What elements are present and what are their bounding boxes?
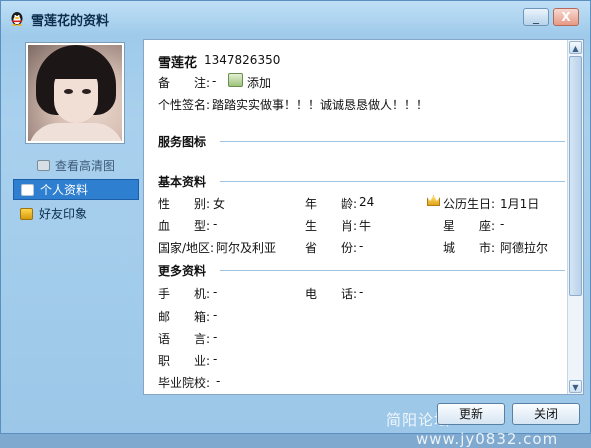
vertical-scrollbar[interactable]: ▲ ▼ <box>567 40 583 394</box>
signature-value: 踏踏实实做事！！！诚诚恳恳做人！！！ <box>212 98 429 112</box>
magnifier-icon <box>37 160 50 171</box>
avatar[interactable] <box>25 42 125 144</box>
mobile-label: 手 机: <box>158 287 211 301</box>
school-label: 毕业院校: <box>158 376 211 390</box>
profile-content-panel[interactable]: 雪莲花 1347826350 备 注: - 添加 个性签名: 踏踏实实做事！！！… <box>143 39 584 395</box>
qq-number: 1347826350 <box>204 53 281 67</box>
view-hd-image-link[interactable]: 查看高清图 <box>37 157 115 174</box>
scroll-up-arrow-icon[interactable]: ▲ <box>569 41 582 54</box>
mobile-value: - <box>213 285 218 299</box>
profile-window: 雪莲花的资料 _ X 查看高清图 个人资料 好友印象 雪莲花 134782635… <box>0 0 591 448</box>
avatar-photo <box>28 45 122 141</box>
province-label: 省 份: <box>305 241 358 255</box>
blood-type-label: 血 型: <box>158 219 211 233</box>
qq-penguin-icon <box>11 12 23 26</box>
age-value: 24 <box>359 195 375 209</box>
crown-icon <box>427 195 440 206</box>
friend-impression-icon <box>20 208 33 220</box>
country-value: 阿尔及利亚 <box>216 241 277 255</box>
section-divider <box>220 270 565 271</box>
blood-type-value: - <box>213 217 218 231</box>
view-hd-image-label: 查看高清图 <box>55 159 116 173</box>
nickname: 雪莲花 <box>158 56 198 71</box>
language-label: 语 言: <box>158 332 211 346</box>
city-value: 阿德拉尔 <box>500 241 549 255</box>
section-more-info: 更多资料 <box>158 264 207 278</box>
sidebar-item-friend-impression[interactable]: 好友印象 <box>13 204 139 225</box>
birthday-value: 1月1日 <box>500 197 540 211</box>
country-label: 国家/地区: <box>158 241 215 255</box>
star-sign-value: - <box>500 217 505 231</box>
age-label: 年 龄: <box>305 197 358 211</box>
section-divider <box>220 181 565 182</box>
section-service-icons: 服务图标 <box>158 135 207 149</box>
minimize-button[interactable]: _ <box>523 8 549 26</box>
remark-label: 备 注: <box>158 76 211 90</box>
zodiac-value: 牛 <box>359 219 372 233</box>
school-value: - <box>216 374 221 388</box>
add-remark-icon[interactable] <box>228 73 243 87</box>
close-window-button[interactable]: X <box>553 8 579 26</box>
window-title: 雪莲花的资料 <box>31 14 110 29</box>
signature-label: 个性签名: <box>158 98 211 112</box>
zodiac-label: 生 肖: <box>305 219 358 233</box>
email-label: 邮 箱: <box>158 310 211 324</box>
star-sign-label: 星 座: <box>443 219 496 233</box>
occupation-value: - <box>213 352 218 366</box>
province-value: - <box>359 239 364 253</box>
person-card-icon <box>21 184 34 196</box>
scrollbar-thumb[interactable] <box>569 56 582 296</box>
refresh-button[interactable]: 更新 <box>437 403 505 425</box>
sidebar-item-personal-info[interactable]: 个人资料 <box>13 179 139 200</box>
occupation-label: 职 业: <box>158 354 211 368</box>
sidebar-item-label: 个人资料 <box>40 183 89 197</box>
gender-value: 女 <box>213 197 226 211</box>
watermark-url: www.jy0832.com <box>416 430 559 448</box>
sidebar-item-label: 好友印象 <box>39 207 88 221</box>
telephone-value: - <box>359 285 364 299</box>
city-label: 城 市: <box>443 241 496 255</box>
email-value: - <box>213 308 218 322</box>
remark-value: - <box>212 74 217 88</box>
telephone-label: 电 话: <box>305 287 358 301</box>
title-bar[interactable]: 雪莲花的资料 _ X <box>1 1 590 35</box>
section-divider <box>220 141 565 142</box>
add-remark-link[interactable]: 添加 <box>247 74 271 91</box>
close-button[interactable]: 关闭 <box>512 403 580 425</box>
gender-label: 性 别: <box>158 197 211 211</box>
language-value: - <box>213 330 218 344</box>
section-basic-info: 基本资料 <box>158 175 207 189</box>
birthday-label: 公历生日: <box>443 197 496 211</box>
scroll-down-arrow-icon[interactable]: ▼ <box>569 380 582 393</box>
